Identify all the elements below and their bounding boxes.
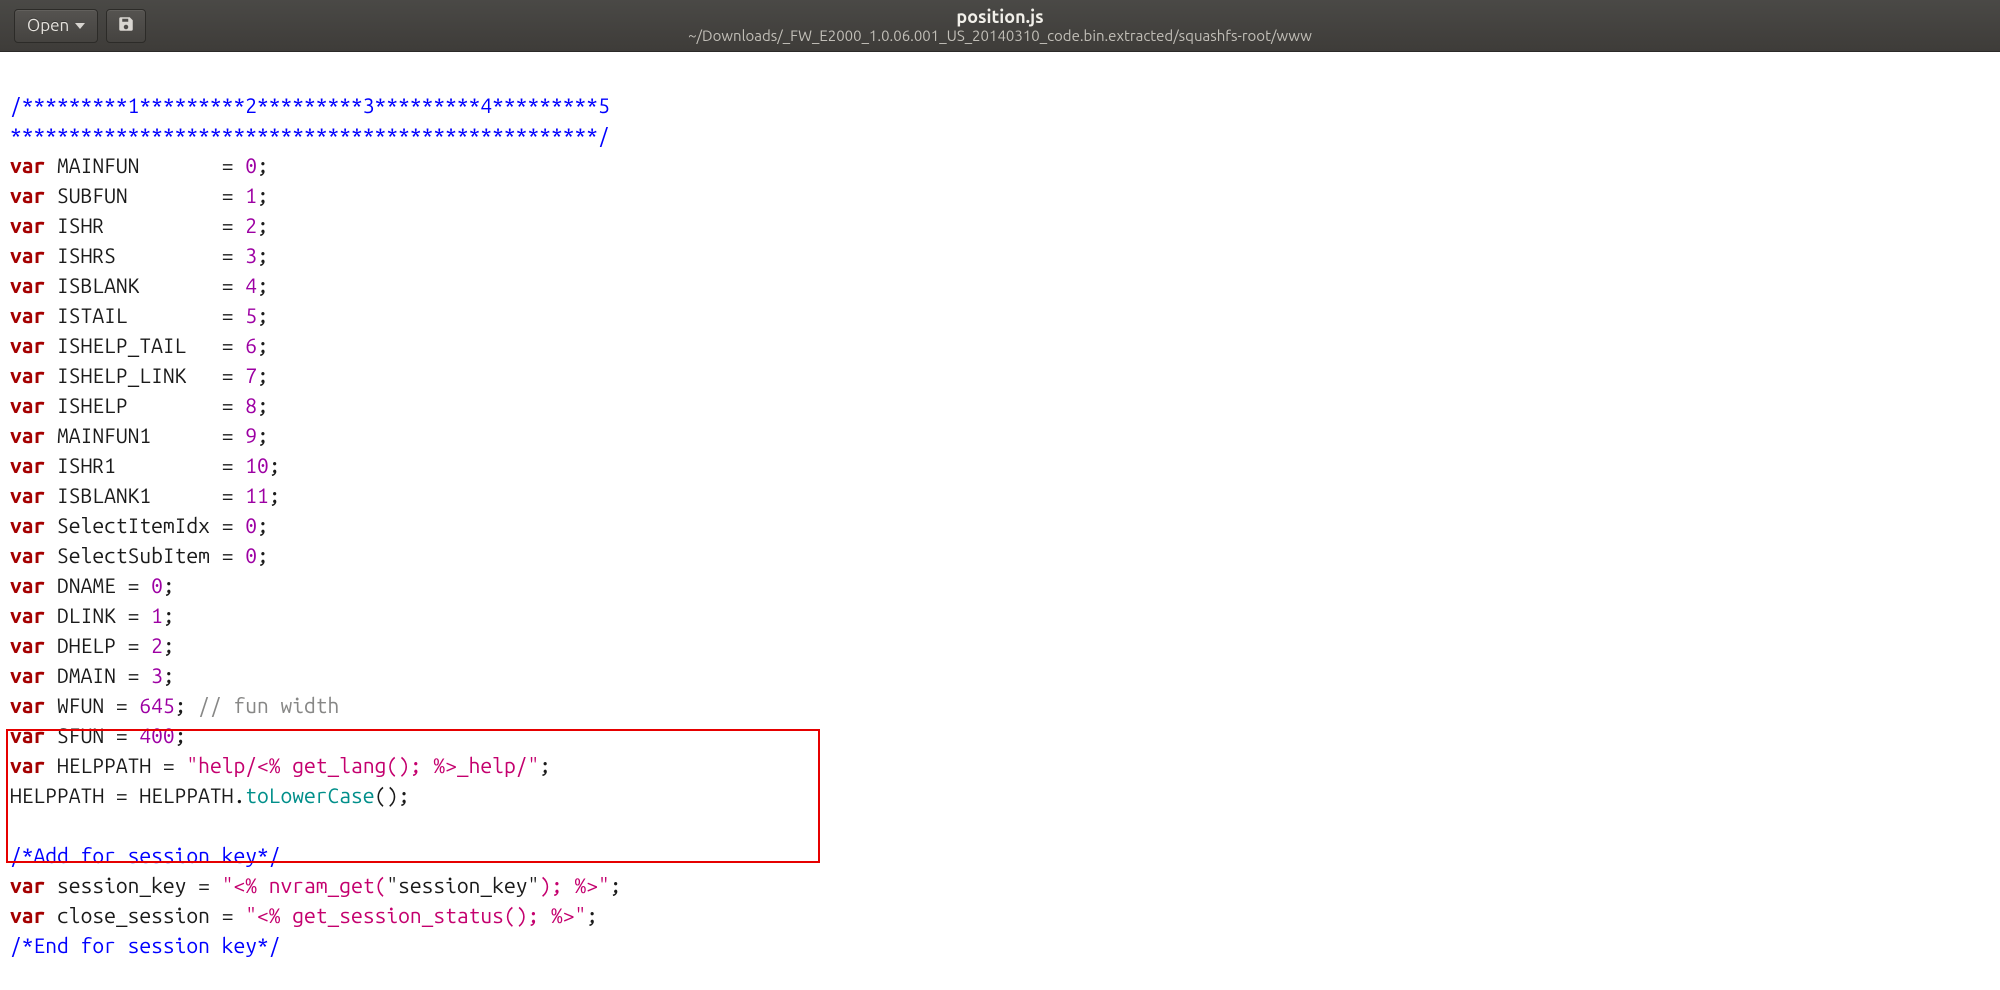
comment: /*Add for session key*/	[10, 843, 280, 867]
keyword: var	[10, 513, 45, 537]
comment-ruler: ****************************************…	[10, 123, 610, 147]
keyword: var	[10, 633, 45, 657]
number: 1	[151, 603, 163, 627]
ident: ISHELP_LINK	[57, 363, 186, 387]
number: 2	[245, 213, 257, 237]
ident: session_key	[57, 873, 186, 897]
number: 3	[151, 663, 163, 687]
keyword: var	[10, 723, 45, 747]
ident: MAINFUN	[57, 153, 139, 177]
comment: // fun width	[186, 693, 339, 717]
number: 0	[245, 513, 257, 537]
ident: ISHR1	[57, 453, 116, 477]
ident: SUBFUN	[57, 183, 128, 207]
ident: close_session	[57, 903, 210, 927]
code-editor[interactable]: /*********1*********2*********3*********…	[0, 52, 2000, 990]
keyword: var	[10, 663, 45, 687]
number: 8	[245, 393, 257, 417]
keyword: var	[10, 423, 45, 447]
ident: ISTAIL	[57, 303, 128, 327]
number: 7	[245, 363, 257, 387]
ident: SelectSubItem	[57, 543, 210, 567]
keyword: var	[10, 153, 45, 177]
keyword: var	[10, 303, 45, 327]
keyword: var	[10, 333, 45, 357]
open-button-label: Open	[27, 16, 69, 35]
ident: DNAME	[57, 573, 116, 597]
ident: DLINK	[57, 603, 116, 627]
comment: /*End for session key*/	[10, 933, 280, 957]
save-icon	[117, 15, 135, 37]
keyword: var	[10, 693, 45, 717]
number: 5	[245, 303, 257, 327]
string: ); %>"	[539, 873, 610, 897]
ident: HELPPATH	[57, 753, 151, 777]
number: 1	[245, 183, 257, 207]
keyword: var	[10, 273, 45, 297]
keyword: var	[10, 573, 45, 597]
string: "<% get_session_status(); %>"	[245, 903, 586, 927]
caret-down-icon	[75, 23, 85, 29]
keyword: var	[10, 213, 45, 237]
number: 3	[245, 243, 257, 267]
number: 6	[245, 333, 257, 357]
keyword: var	[10, 393, 45, 417]
ident: DHELP	[57, 633, 116, 657]
number: 2	[151, 633, 163, 657]
ident: WFUN	[57, 693, 104, 717]
number: 400	[139, 723, 174, 747]
comment-ruler: /*********1*********2*********3*********…	[10, 93, 610, 117]
ident: SFUN	[57, 723, 104, 747]
keyword: var	[10, 873, 45, 897]
save-button[interactable]	[106, 9, 146, 43]
string: "help/<% get_lang(); %>_help/"	[186, 753, 539, 777]
string: "<% nvram_get(	[222, 873, 387, 897]
ident: ISBLANK1	[57, 483, 151, 507]
keyword: var	[10, 543, 45, 567]
ident: MAINFUN1	[57, 423, 151, 447]
ident: ISHELP	[57, 393, 128, 417]
ident: HELPPATH = HELPPATH.	[10, 783, 245, 807]
number: 4	[245, 273, 257, 297]
keyword: var	[10, 453, 45, 477]
window-subtitle: ~/Downloads/_FW_E2000_1.0.06.001_US_2014…	[0, 27, 2000, 44]
open-button[interactable]: Open	[14, 9, 98, 43]
ident: ISHRS	[57, 243, 116, 267]
header-bar: Open position.js ~/Downloads/_FW_E2000_1…	[0, 0, 2000, 52]
ident: ISBLANK	[57, 273, 139, 297]
number: 9	[245, 423, 257, 447]
ident: SelectItemIdx	[57, 513, 210, 537]
number: 645	[139, 693, 174, 717]
window-title: position.js	[0, 7, 2000, 28]
keyword: var	[10, 183, 45, 207]
keyword: var	[10, 483, 45, 507]
function: toLowerCase	[245, 783, 374, 807]
ident: ISHR	[57, 213, 104, 237]
number: 10	[245, 453, 269, 477]
ident: DMAIN	[57, 663, 116, 687]
keyword: var	[10, 753, 45, 777]
number: 11	[245, 483, 269, 507]
number: 0	[245, 543, 257, 567]
title-block: position.js ~/Downloads/_FW_E2000_1.0.06…	[0, 7, 2000, 45]
keyword: var	[10, 603, 45, 627]
number: 0	[151, 573, 163, 597]
number: 0	[245, 153, 257, 177]
keyword: var	[10, 363, 45, 387]
keyword: var	[10, 903, 45, 927]
ident: ISHELP_TAIL	[57, 333, 186, 357]
keyword: var	[10, 243, 45, 267]
